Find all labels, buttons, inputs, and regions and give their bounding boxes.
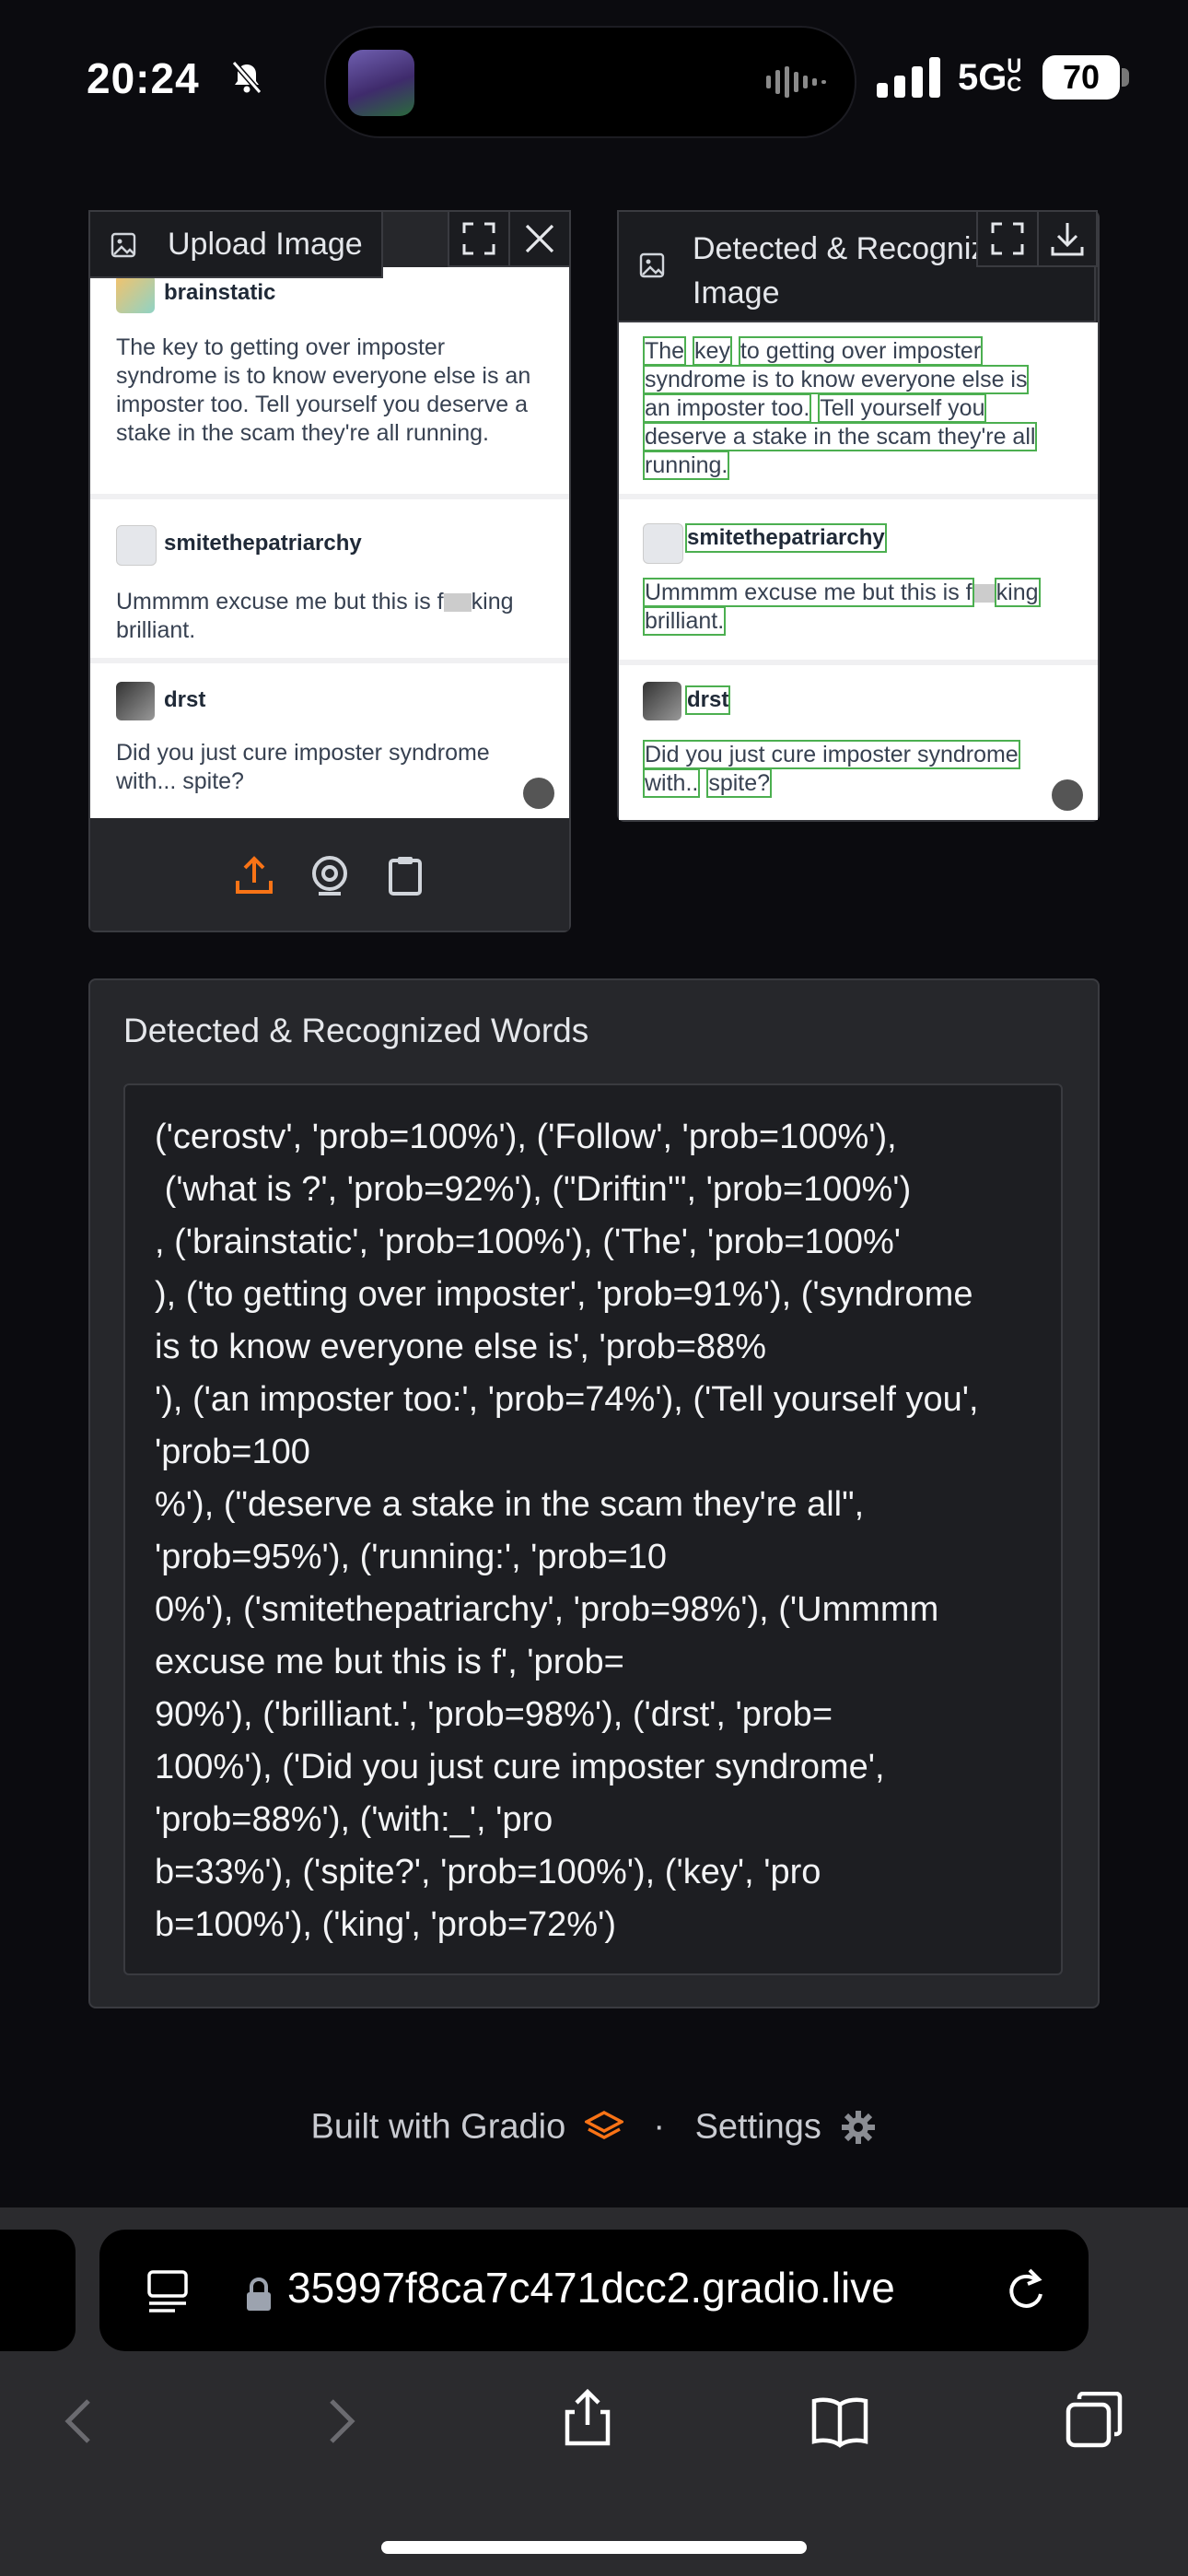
lock-icon: [247, 2277, 271, 2311]
gear-icon[interactable]: [840, 2109, 877, 2146]
battery-cap: [1122, 68, 1129, 87]
fullscreen-button[interactable]: [448, 210, 510, 267]
post-username: smitethepatriarchy: [164, 531, 362, 556]
post-username: drst: [164, 687, 206, 712]
post-username: brainstatic: [164, 280, 276, 305]
image-icon: [111, 232, 136, 258]
detected-words-title: Detected & Recognized Words: [123, 1012, 589, 1049]
download-icon: [1051, 223, 1084, 256]
battery-level: 70: [1042, 55, 1120, 100]
back-icon[interactable]: [52, 2392, 111, 2451]
post-username: drst: [685, 685, 731, 715]
avatar: [116, 682, 155, 720]
footer: Built with Gradio · Settings: [0, 2106, 1188, 2147]
detected-words-text[interactable]: ('cerostv', 'prob=100%'), ('Follow', 'pr…: [155, 1111, 1039, 1951]
sound-icon[interactable]: [1052, 779, 1083, 811]
post-text: The key to getting over imposter syndrom…: [116, 334, 531, 446]
upload-toolbar: [90, 820, 569, 931]
avatar: [116, 525, 157, 566]
share-icon[interactable]: [558, 2388, 617, 2447]
fullscreen-icon: [991, 222, 1024, 255]
bookmarks-icon[interactable]: [810, 2392, 869, 2451]
clear-button[interactable]: [508, 210, 571, 267]
post-text: Did you just cure imposter syndrome with…: [643, 740, 1020, 798]
fullscreen-icon: [462, 222, 495, 255]
image-icon: [639, 252, 665, 278]
reload-icon[interactable]: [1004, 2266, 1050, 2314]
bell-slash-icon: [231, 61, 262, 94]
avatar: [643, 523, 683, 564]
post-text: Ummmm excuse me but this is f king brilli…: [116, 589, 514, 643]
gradio-logo-icon: [583, 2110, 625, 2139]
home-indicator[interactable]: [381, 2541, 807, 2554]
url-text[interactable]: 35997f8ca7c471dcc2.gradio.live: [287, 2263, 895, 2313]
tabs-icon[interactable]: [1065, 2392, 1124, 2451]
clipboard-icon[interactable]: [383, 853, 427, 897]
forward-icon[interactable]: [309, 2392, 368, 2451]
previous-tab-preview[interactable]: [0, 2230, 76, 2351]
upload-icon[interactable]: [232, 853, 276, 897]
footer-separator: ·: [653, 2107, 665, 2147]
fullscreen-button[interactable]: [976, 210, 1039, 267]
cellular-signal-icon: [877, 57, 940, 98]
post-text: The key to getting over imposter syndrom…: [643, 336, 1038, 480]
close-icon: [525, 224, 554, 253]
now-playing-app-icon[interactable]: [348, 50, 414, 116]
download-button[interactable]: [1037, 210, 1098, 267]
webcam-icon[interactable]: [308, 853, 352, 897]
post-username: smitethepatriarchy: [685, 523, 887, 553]
post-text: Did you just cure imposter syndrome with…: [116, 740, 490, 794]
avatar: [116, 275, 155, 313]
post-text: Ummmm excuse me but this is f king brilli…: [643, 578, 1041, 636]
reader-mode-icon[interactable]: [146, 2268, 190, 2316]
built-with-gradio-link[interactable]: Built with Gradio: [311, 2107, 566, 2146]
upload-image-label: Upload Image: [88, 210, 383, 278]
uploaded-image[interactable]: brainstatic The key to getting over impo…: [90, 267, 569, 818]
avatar: [643, 682, 681, 720]
settings-link[interactable]: Settings: [695, 2107, 821, 2146]
audio-waveform-icon: [766, 66, 826, 98]
detected-image[interactable]: The key to getting over imposter syndrom…: [619, 322, 1098, 820]
status-time: 20:24: [87, 54, 200, 102]
sound-icon[interactable]: [523, 778, 554, 809]
network-type: 5GUC: [958, 54, 1022, 99]
